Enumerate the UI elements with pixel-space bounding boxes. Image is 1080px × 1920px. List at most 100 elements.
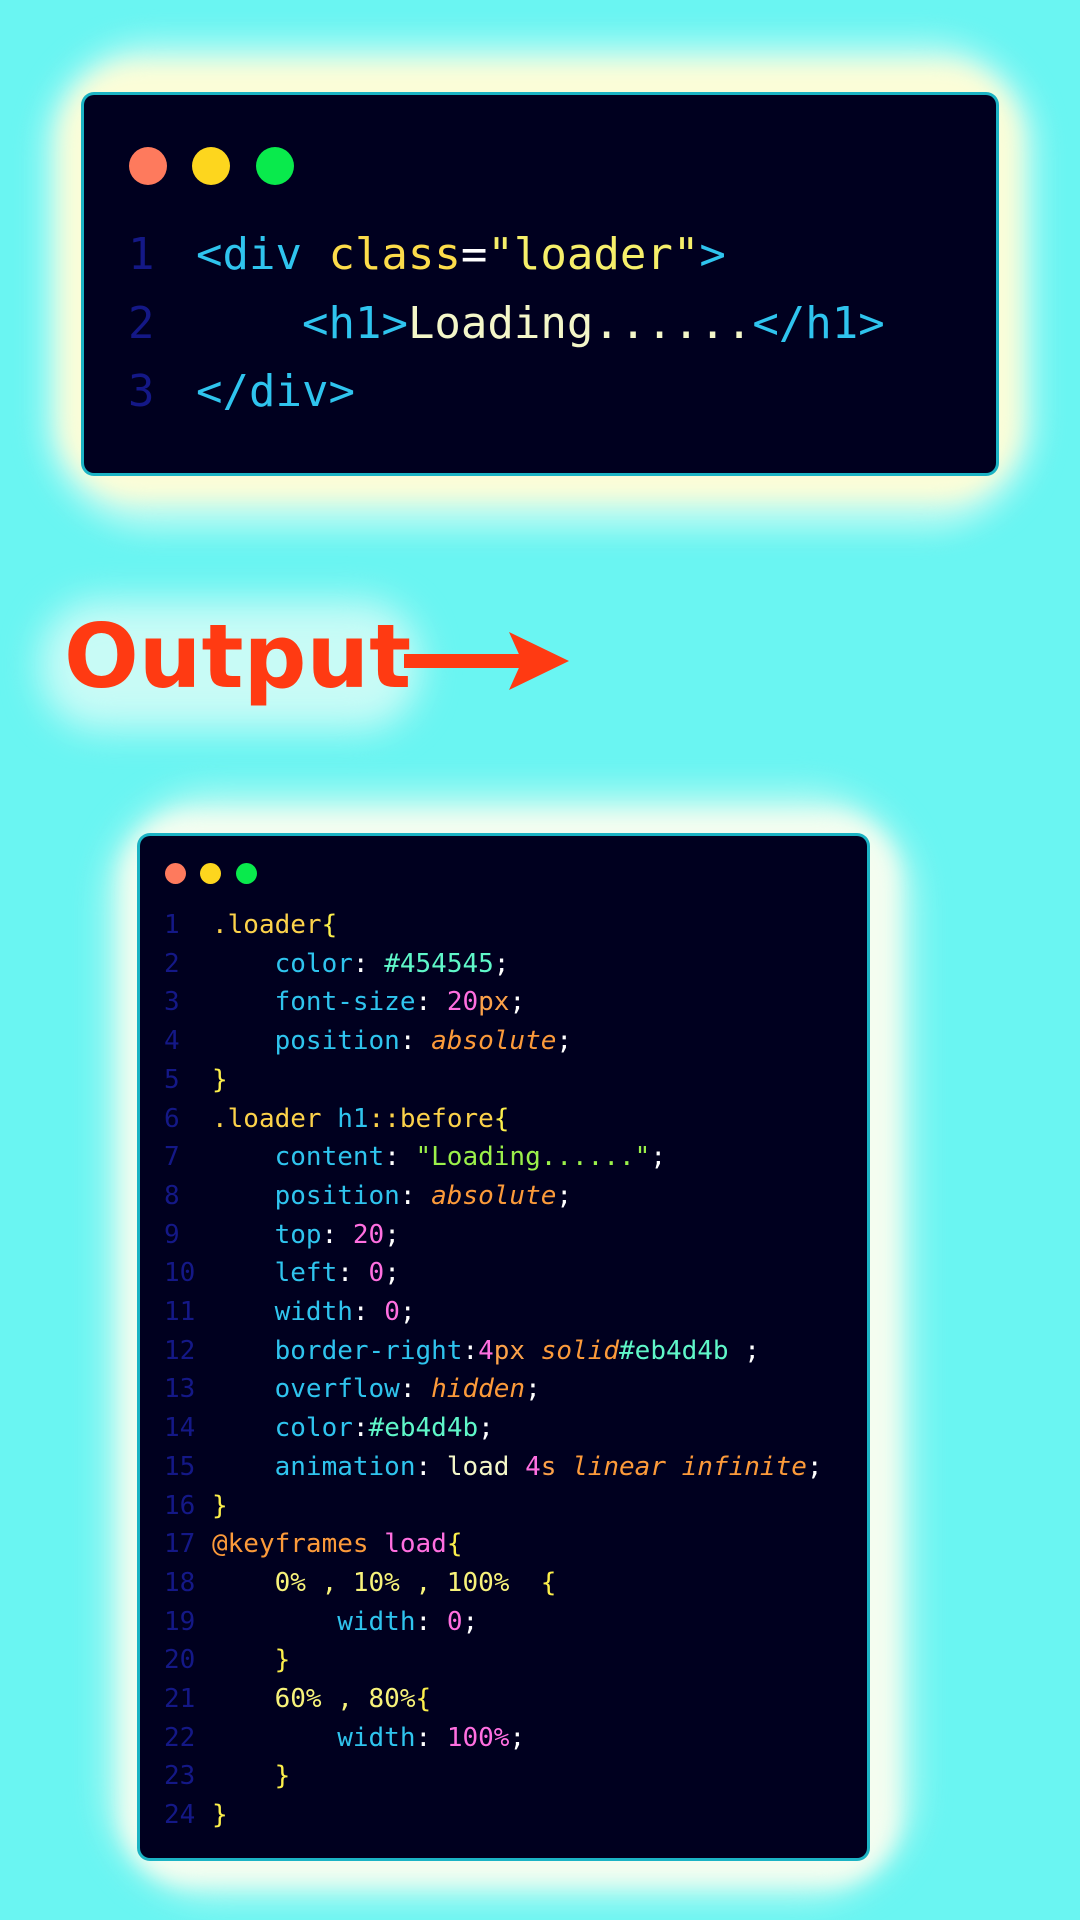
code-token: ;	[556, 1180, 573, 1211]
code-token: 0	[368, 1258, 385, 1289]
minimize-dot-icon	[192, 147, 230, 185]
code-token: :	[399, 1180, 432, 1211]
code-token: "Loading......"	[415, 1142, 651, 1173]
code-token: .loader	[212, 910, 322, 940]
code-token: 0	[446, 1606, 463, 1637]
code-line: 11 width: 0;	[164, 1293, 416, 1332]
code-token: :	[415, 1722, 447, 1753]
code-token: ;	[806, 1451, 823, 1482]
code-token: <div	[196, 229, 329, 280]
line-number: 21	[164, 1684, 196, 1714]
line-number: 23	[164, 1761, 196, 1792]
code-token: }	[212, 1064, 228, 1095]
code-line: 24}	[164, 1796, 228, 1835]
code-token: ;	[384, 1258, 400, 1289]
code-line: 16}	[164, 1487, 228, 1526]
line-number: 19	[164, 1606, 196, 1637]
code-token: ;	[509, 987, 526, 1018]
code-token: s	[540, 1451, 573, 1482]
code-token: color	[212, 948, 353, 979]
code-token: position	[212, 1180, 400, 1211]
code-token: {	[415, 1684, 432, 1714]
code-line: 7 content: "Loading......";	[164, 1138, 666, 1177]
code-token: </h1>	[752, 297, 885, 349]
line-number: 4	[164, 1026, 180, 1057]
code-line: 1 .loader{	[164, 906, 337, 945]
code-token: ;	[650, 1142, 666, 1173]
code-token: :	[337, 1258, 369, 1289]
line-number: 9	[164, 1219, 180, 1250]
code-token: {	[540, 1567, 557, 1598]
code-token: absolute	[431, 1180, 557, 1211]
code-token: overflow	[212, 1374, 400, 1405]
code-token: 100%	[446, 1722, 510, 1753]
code-token: ::before	[368, 1103, 494, 1134]
line-number: 18	[164, 1567, 196, 1598]
code-token: {	[321, 910, 338, 940]
code-token: position	[212, 1026, 400, 1057]
code-token: ;	[478, 1413, 494, 1444]
line-number: 8	[164, 1180, 180, 1211]
line-number: 3	[164, 987, 180, 1018]
line-number: 5	[164, 1064, 180, 1095]
code-line: 22 width: 100%;	[164, 1719, 525, 1758]
code-token: width	[212, 1297, 353, 1327]
code-token: Loading......	[407, 297, 753, 349]
line-number: 10	[164, 1258, 196, 1289]
code-line: 6 .loader h1::before{	[164, 1100, 509, 1139]
close-dot-icon	[129, 147, 167, 185]
line-number: 22	[164, 1722, 196, 1753]
code-line: 5}	[164, 1061, 228, 1100]
code-token: :	[321, 1219, 353, 1250]
code-token: {	[446, 1529, 463, 1560]
code-token: :	[352, 1297, 385, 1327]
code-token: :	[352, 1413, 369, 1444]
line-number: 16	[164, 1490, 196, 1521]
code-token: {	[493, 1103, 510, 1134]
code-line: 9 top: 20;	[164, 1216, 400, 1255]
line-number: 14	[164, 1413, 196, 1444]
code-line: 19 width: 0;	[164, 1603, 478, 1642]
line-number: 3	[128, 366, 155, 417]
code-token: =	[460, 229, 488, 280]
code-token: :	[462, 1335, 479, 1366]
code-token: solid	[540, 1335, 620, 1366]
code-line: 8 position: absolute;	[164, 1177, 572, 1216]
right-arrow-icon	[404, 632, 569, 690]
output-label: Output	[64, 605, 412, 708]
maximize-dot-icon	[236, 863, 257, 884]
code-line: 13 overflow: hidden;	[164, 1370, 541, 1409]
line-number: 12	[164, 1335, 196, 1366]
code-token: </div>	[196, 366, 355, 417]
code-token: 4	[478, 1335, 494, 1366]
code-token: absolute	[431, 1026, 557, 1057]
code-token: animation	[212, 1451, 416, 1482]
code-token: :	[415, 987, 447, 1018]
code-token: #454545	[384, 948, 494, 979]
code-token: <h1>	[301, 297, 408, 349]
code-token: border-right	[212, 1335, 463, 1366]
line-number: 15	[164, 1451, 196, 1482]
line-number: 2	[128, 297, 155, 349]
code-token: 60% , 80%	[212, 1684, 416, 1714]
code-token: load	[384, 1529, 447, 1560]
line-number: 11	[164, 1297, 196, 1327]
line-number: 1	[164, 910, 180, 940]
minimize-dot-icon	[200, 863, 221, 884]
code-line: 2 <h1>Loading......</h1>	[128, 290, 885, 358]
code-token: 20	[352, 1219, 385, 1250]
code-token: load	[446, 1451, 526, 1482]
maximize-dot-icon	[256, 147, 294, 185]
line-number: 13	[164, 1374, 196, 1405]
code-token: "loader"	[487, 229, 700, 280]
code-token: font-size	[212, 987, 416, 1018]
code-token: px	[478, 987, 510, 1018]
line-number: 24	[164, 1800, 196, 1831]
code-token: ;	[525, 1374, 541, 1405]
code-line: 14 color:#eb4d4b;	[164, 1409, 494, 1448]
code-line: 4 position: absolute;	[164, 1022, 572, 1061]
line-number: 20	[164, 1645, 196, 1676]
code-token: :	[399, 1026, 432, 1057]
close-dot-icon	[165, 863, 186, 884]
